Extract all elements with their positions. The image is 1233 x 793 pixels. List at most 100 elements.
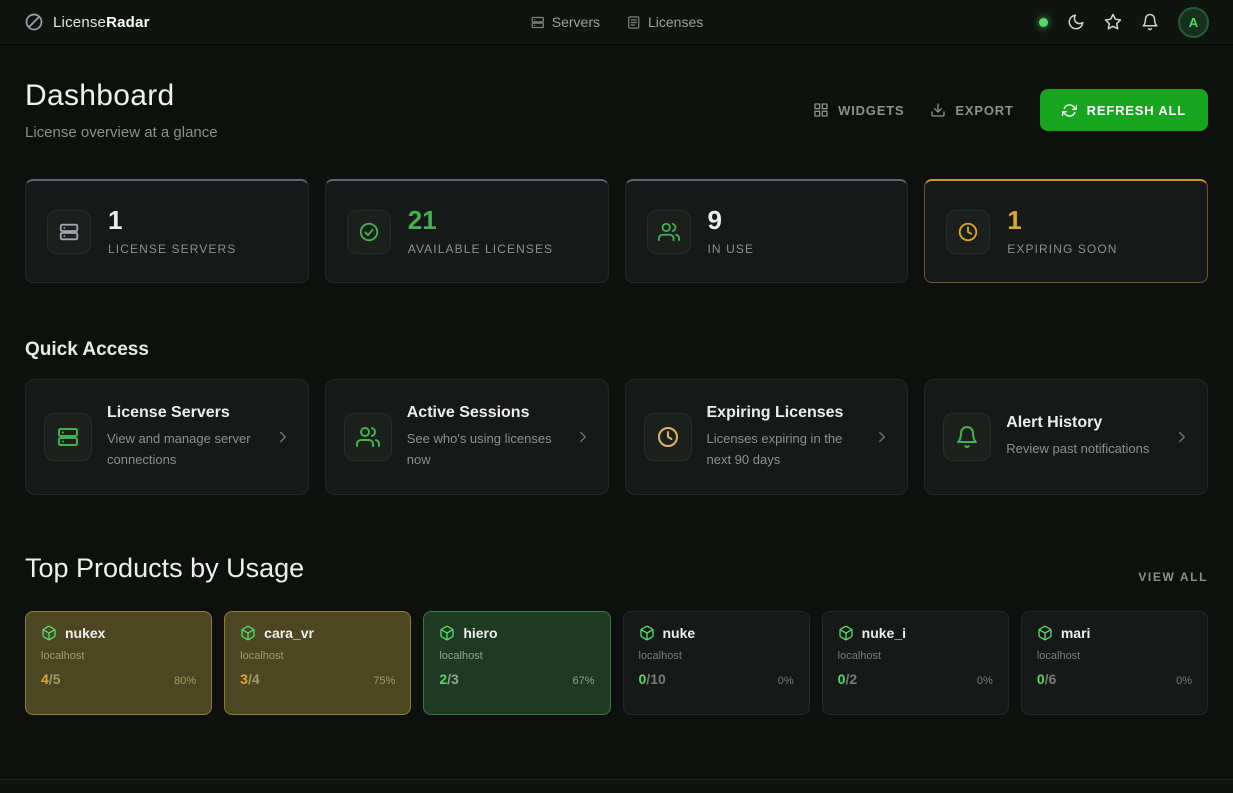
server-icon bbox=[44, 413, 92, 461]
chevron-right-icon bbox=[574, 428, 592, 446]
dark-mode-toggle-icon[interactable] bbox=[1067, 13, 1085, 31]
stat-card-available-licenses: 21 AVAILABLE LICENSES bbox=[325, 179, 609, 283]
quick-card-expiring-licenses[interactable]: Expiring Licenses Licenses expiring in t… bbox=[625, 379, 909, 495]
product-card-mari[interactable]: mari localhost 0/6 0% bbox=[1021, 611, 1208, 715]
quick-access-title: Quick Access bbox=[25, 339, 1208, 361]
page-title: Dashboard bbox=[25, 79, 218, 113]
export-button-label: EXPORT bbox=[955, 103, 1013, 118]
topbar: LicenseRadar Servers Licenses A bbox=[0, 0, 1233, 45]
server-icon bbox=[530, 15, 545, 30]
stat-card-expiring-soon: 1 EXPIRING SOON bbox=[924, 179, 1208, 283]
product-card-nuke-i[interactable]: nuke_i localhost 0/2 0% bbox=[822, 611, 1009, 715]
chevron-right-icon bbox=[873, 428, 891, 446]
quick-card-title: Active Sessions bbox=[407, 404, 559, 422]
product-usage: 0/6 bbox=[1037, 671, 1056, 687]
check-circle-icon bbox=[347, 210, 391, 254]
stat-value: 1 bbox=[108, 207, 236, 233]
nav-item-licenses[interactable]: Licenses bbox=[626, 14, 703, 30]
top-products-title: Top Products by Usage bbox=[25, 553, 304, 584]
chevron-right-icon bbox=[274, 428, 292, 446]
server-icon bbox=[47, 210, 91, 254]
widgets-button-label: WIDGETS bbox=[838, 103, 904, 118]
top-products-header: Top Products by Usage VIEW ALL bbox=[25, 553, 1208, 584]
bell-icon bbox=[943, 413, 991, 461]
quick-card-license-servers[interactable]: License Servers View and manage server c… bbox=[25, 379, 309, 495]
page-header: Dashboard License overview at a glance W… bbox=[25, 79, 1208, 141]
product-usage: 0/2 bbox=[838, 671, 857, 687]
quick-card-description: See who's using licenses now bbox=[407, 429, 559, 469]
quick-card-description: View and manage server connections bbox=[107, 429, 259, 469]
nav-servers-label: Servers bbox=[552, 14, 600, 30]
clock-icon bbox=[644, 413, 692, 461]
quick-card-title: Alert History bbox=[1006, 414, 1158, 432]
product-host: localhost bbox=[1037, 650, 1192, 662]
refresh-all-button[interactable]: REFRESH ALL bbox=[1040, 89, 1208, 131]
product-host: localhost bbox=[240, 650, 395, 662]
avatar[interactable]: A bbox=[1178, 7, 1209, 38]
nav-licenses-label: Licenses bbox=[648, 14, 703, 30]
quick-card-alert-history[interactable]: Alert History Review past notifications bbox=[924, 379, 1208, 495]
product-host: localhost bbox=[639, 650, 794, 662]
quick-card-description: Licenses expiring in the next 90 days bbox=[707, 429, 859, 469]
brand-name: LicenseRadar bbox=[53, 14, 150, 31]
download-icon bbox=[930, 102, 946, 118]
radar-logo-icon bbox=[24, 12, 44, 32]
stat-label: AVAILABLE LICENSES bbox=[408, 242, 553, 256]
stat-card-in-use: 9 IN USE bbox=[625, 179, 909, 283]
product-usage: 2/3 bbox=[439, 671, 458, 687]
quick-card-title: License Servers bbox=[107, 404, 259, 422]
footer-divider bbox=[0, 779, 1233, 793]
product-name: hiero bbox=[463, 625, 497, 641]
product-card-nuke[interactable]: nuke localhost 0/10 0% bbox=[623, 611, 810, 715]
product-percent: 0% bbox=[778, 675, 794, 687]
connection-status-dot bbox=[1039, 18, 1048, 27]
quick-card-active-sessions[interactable]: Active Sessions See who's using licenses… bbox=[325, 379, 609, 495]
favorites-star-icon[interactable] bbox=[1104, 13, 1122, 31]
clock-icon bbox=[946, 210, 990, 254]
product-name: mari bbox=[1061, 625, 1091, 641]
view-all-button[interactable]: VIEW ALL bbox=[1138, 570, 1208, 584]
users-icon bbox=[647, 210, 691, 254]
stat-label: IN USE bbox=[708, 242, 755, 256]
product-host: localhost bbox=[439, 650, 594, 662]
package-cube-icon bbox=[439, 625, 455, 641]
notifications-bell-icon[interactable] bbox=[1141, 13, 1159, 31]
products-row: nukex localhost 4/5 80% cara_vr localhos… bbox=[25, 611, 1208, 715]
product-usage: 0/10 bbox=[639, 671, 666, 687]
package-cube-icon bbox=[41, 625, 57, 641]
product-percent: 67% bbox=[572, 675, 594, 687]
refresh-all-button-label: REFRESH ALL bbox=[1087, 103, 1186, 118]
product-percent: 75% bbox=[373, 675, 395, 687]
stats-row: 1 LICENSE SERVERS 21 AVAILABLE LICENSES … bbox=[25, 179, 1208, 283]
widgets-button[interactable]: WIDGETS bbox=[813, 102, 904, 118]
package-cube-icon bbox=[639, 625, 655, 641]
widgets-grid-icon bbox=[813, 102, 829, 118]
stat-value: 1 bbox=[1007, 207, 1117, 233]
stat-label: LICENSE SERVERS bbox=[108, 242, 236, 256]
product-card-nukex[interactable]: nukex localhost 4/5 80% bbox=[25, 611, 212, 715]
avatar-initial: A bbox=[1189, 15, 1198, 30]
page-subtitle: License overview at a glance bbox=[25, 124, 218, 141]
export-button[interactable]: EXPORT bbox=[930, 102, 1013, 118]
refresh-icon bbox=[1062, 103, 1077, 118]
product-percent: 0% bbox=[977, 675, 993, 687]
nav-item-servers[interactable]: Servers bbox=[530, 14, 600, 30]
quick-card-description: Review past notifications bbox=[1006, 439, 1158, 459]
stat-value: 9 bbox=[708, 207, 755, 233]
product-usage: 4/5 bbox=[41, 671, 60, 687]
users-icon bbox=[344, 413, 392, 461]
license-icon bbox=[626, 15, 641, 30]
product-name: nuke_i bbox=[862, 625, 906, 641]
product-percent: 80% bbox=[174, 675, 196, 687]
brand[interactable]: LicenseRadar bbox=[24, 12, 150, 32]
chevron-right-icon bbox=[1173, 428, 1191, 446]
product-host: localhost bbox=[838, 650, 993, 662]
product-usage: 3/4 bbox=[240, 671, 259, 687]
product-card-hiero[interactable]: hiero localhost 2/3 67% bbox=[423, 611, 610, 715]
stat-value: 21 bbox=[408, 207, 553, 233]
main-content: Dashboard License overview at a glance W… bbox=[0, 79, 1233, 715]
header-actions: WIDGETS EXPORT REFRESH ALL bbox=[813, 89, 1208, 131]
stat-label: EXPIRING SOON bbox=[1007, 242, 1117, 256]
package-cube-icon bbox=[838, 625, 854, 641]
product-card-cara-vr[interactable]: cara_vr localhost 3/4 75% bbox=[224, 611, 411, 715]
